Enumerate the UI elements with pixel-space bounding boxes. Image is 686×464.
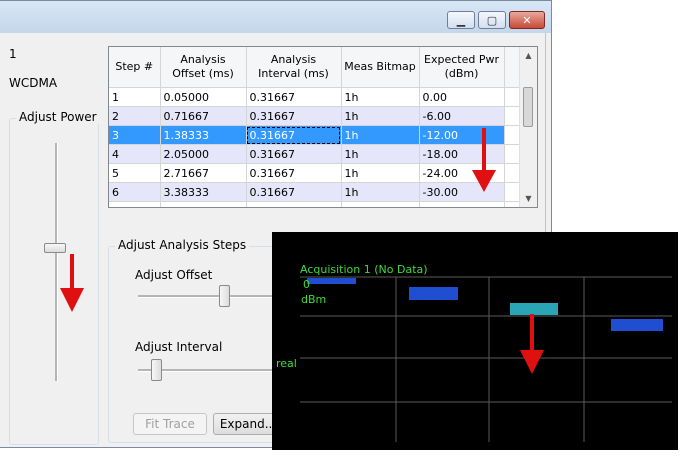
table-row[interactable]: 4 2.05000 0.31667 1h -18.00 <box>109 144 522 164</box>
scroll-down-icon[interactable]: ▼ <box>520 190 537 207</box>
adjust-analysis-steps-label: Adjust Analysis Steps <box>115 238 250 252</box>
value-label-1: 1 <box>9 47 17 61</box>
red-arrow-plot-icon <box>520 350 544 374</box>
table-cell[interactable]: 3 <box>109 125 161 145</box>
y-axis-unit-label: dBm <box>301 293 327 306</box>
table-cell[interactable]: 1h <box>341 106 420 126</box>
table-row[interactable]: 2 0.71667 0.31667 1h -6.00 <box>109 106 522 126</box>
table-cell[interactable]: 2.05000 <box>160 144 247 164</box>
close-icon: ✕ <box>522 13 532 27</box>
step-bar-2 <box>409 287 458 300</box>
table-cell[interactable]: 0.31667 <box>246 163 342 183</box>
table-cell[interactable]: 0.31667 <box>246 144 342 164</box>
maximize-button[interactable]: ▢ <box>478 11 506 29</box>
table-row[interactable]: 1 0.05000 0.31667 1h 0.00 <box>109 87 522 107</box>
offset-slider-track[interactable] <box>138 295 278 298</box>
interval-slider-thumb[interactable] <box>151 359 162 381</box>
red-arrow-table-icon <box>472 128 496 192</box>
adjust-offset-label: Adjust Offset <box>135 268 213 282</box>
close-button[interactable]: ✕ <box>509 11 545 29</box>
table-cell[interactable]: 1h <box>341 144 420 164</box>
table-cell[interactable]: 0.71667 <box>160 106 247 126</box>
adjust-power-label: Adjust Power <box>16 110 100 124</box>
step-bar-4 <box>611 319 663 331</box>
adjust-interval-label: Adjust Interval <box>135 340 223 354</box>
table-cell[interactable]: 0.31667 <box>246 106 342 126</box>
table-cell[interactable]: 1.38333 <box>160 125 247 145</box>
offset-slider-thumb[interactable] <box>219 285 230 307</box>
step-bar-1 <box>307 278 356 284</box>
table-cell[interactable]: 1h <box>341 163 420 183</box>
table-cell[interactable]: 1h <box>341 125 420 145</box>
table-cell[interactable]: 3.38333 <box>160 182 247 202</box>
table-cell[interactable]: 4 <box>109 144 161 164</box>
scrollbar-thumb[interactable] <box>523 87 533 127</box>
plot-grid <box>300 276 672 442</box>
table-cell[interactable]: 1h <box>341 201 420 207</box>
title-bar: ▁ ▢ ✕ <box>0 1 551 33</box>
minimize-button[interactable]: ▁ <box>447 11 475 29</box>
table-row[interactable]: 74.050000.316671h-36.00 <box>109 201 522 207</box>
table-row[interactable]: 3 1.38333 0.31667 1h -12.00 <box>109 125 522 145</box>
table-cell[interactable]: 0.00 <box>419 87 505 107</box>
table-row[interactable]: 6 3.38333 0.31667 1h -30.00 <box>109 182 522 202</box>
table-scrollbar[interactable]: ▲ ▼ <box>519 47 537 207</box>
table-cell[interactable]: 5 <box>109 163 161 183</box>
table-cell[interactable]: 4.05000 <box>160 201 247 207</box>
column-header-1[interactable]: Analysis Offset (ms) <box>160 47 247 88</box>
table-cell[interactable]: 2 <box>109 106 161 126</box>
fit-trace-button[interactable]: Fit Trace <box>133 413 207 435</box>
column-header-3[interactable]: Meas Bitmap <box>341 47 420 88</box>
scroll-up-icon[interactable]: ▲ <box>520 47 537 64</box>
maximize-icon: ▢ <box>486 13 498 27</box>
table-cell[interactable]: 0.05000 <box>160 87 247 107</box>
column-header-0[interactable]: Step # <box>109 47 161 88</box>
column-header-2[interactable]: Analysis Interval (ms) <box>246 47 342 88</box>
table-cell[interactable]: 1h <box>341 182 420 202</box>
minimize-icon: ▁ <box>456 13 466 27</box>
table-row[interactable]: 5 2.71667 0.31667 1h -24.00 <box>109 163 522 183</box>
table-cell[interactable]: 0.31667 <box>246 201 342 207</box>
table-cell[interactable]: 7 <box>109 201 161 207</box>
red-arrow-power-icon <box>60 254 84 312</box>
value-label-standard: WCDMA <box>9 76 58 90</box>
y-axis-scale-label: real <box>276 357 297 370</box>
table-cell[interactable]: 0.31667 <box>246 87 342 107</box>
table-cell[interactable]: -6.00 <box>419 106 505 126</box>
acquisition-title: Acquisition 1 (No Data) <box>300 263 428 276</box>
table-cell[interactable]: 1h <box>341 87 420 107</box>
column-header-4[interactable]: Expected Pwr (dBm) <box>419 47 505 88</box>
y-axis-top-label: 0 <box>303 278 310 291</box>
table-cell[interactable]: 0.31667 <box>246 182 342 202</box>
table-cell[interactable]: 6 <box>109 182 161 202</box>
table-cell[interactable]: 0.31667 <box>246 125 342 145</box>
acquisition-display: Acquisition 1 (No Data) 0 dBm real <box>272 232 678 450</box>
step-bar-3 <box>510 303 558 315</box>
table-cell[interactable]: -36.00 <box>419 201 505 207</box>
table-cell[interactable]: 1 <box>109 87 161 107</box>
table-cell[interactable]: 2.71667 <box>160 163 247 183</box>
